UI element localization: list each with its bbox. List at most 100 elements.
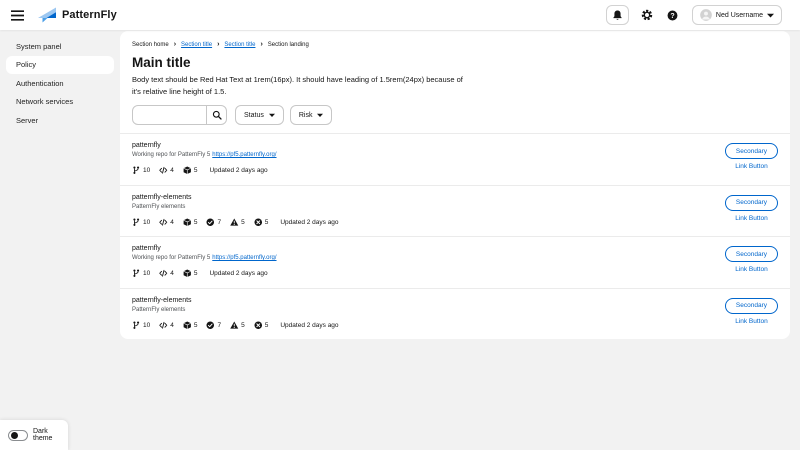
sidebar-item-label: Authentication: [16, 79, 64, 88]
sidebar-item-network-services[interactable]: Network services: [0, 93, 120, 112]
stat-times-circle: 5: [254, 321, 269, 330]
sidebar-item-label: Server: [16, 116, 38, 125]
repo-title: patternfly-elements: [132, 297, 339, 304]
updated-text: Updated 2 days ago: [209, 167, 267, 174]
stat-code-branch: 10: [132, 166, 150, 175]
angle-right-icon: ›: [217, 41, 219, 48]
user-menu-button[interactable]: Ned Username: [692, 5, 782, 25]
sidebar-item-server[interactable]: Server: [0, 111, 120, 130]
list-item: patternfly Working repo for PatternFly 5…: [120, 133, 790, 185]
brand: PatternFly: [37, 7, 117, 23]
repo-link[interactable]: https://pf5.patternfly.org/: [212, 255, 276, 261]
repo-description: Working repo for PatternFly 5https://pf5…: [132, 152, 277, 158]
risk-filter-dropdown[interactable]: Risk: [290, 105, 333, 125]
list-item: patternfly Working repo for PatternFly 5…: [120, 236, 790, 288]
stat-cube: 5: [183, 218, 198, 227]
list-item: patternfly-elements PatternFly elements …: [120, 288, 790, 339]
svg-text:?: ?: [671, 13, 675, 20]
repo-description: PatternFly elements: [132, 307, 339, 313]
exclamation-triangle-icon: [230, 218, 239, 227]
avatar-icon: [700, 9, 712, 21]
notifications-button[interactable]: [606, 5, 629, 25]
search-icon: [212, 110, 222, 120]
breadcrumb-link[interactable]: Section title: [181, 42, 212, 48]
link-button[interactable]: Link Button: [735, 318, 768, 325]
search-group: [132, 105, 227, 125]
stat-code-branch: 10: [132, 269, 150, 278]
patternfly-demo-page: { "colors": { "accent": "#0066cc", "page…: [0, 0, 800, 450]
repo-stats: 1045Updated 2 days ago: [132, 269, 277, 278]
theme-switcher: Dark theme: [0, 420, 68, 450]
stat-code: 4: [159, 321, 174, 330]
repo-title: patternfly-elements: [132, 194, 339, 201]
link-button[interactable]: Link Button: [735, 215, 768, 222]
dark-theme-toggle[interactable]: [8, 430, 28, 441]
secondary-button[interactable]: Secondary: [725, 246, 778, 262]
check-circle-icon: [206, 321, 215, 330]
list-item-content: patternfly-elements PatternFly elements …: [132, 194, 339, 227]
repo-link[interactable]: https://pf5.patternfly.org/: [212, 152, 276, 158]
stat-check-circle: 7: [206, 321, 221, 330]
stat-code: 4: [159, 269, 174, 278]
breadcrumb-item: Section home: [132, 42, 169, 48]
status-filter-label: Status: [244, 112, 264, 119]
chevron-down-icon: [269, 113, 275, 118]
settings-button[interactable]: [637, 5, 657, 25]
times-circle-icon: [254, 218, 263, 227]
stat-check-circle: 7: [206, 218, 221, 227]
page-title: Main title: [132, 55, 778, 70]
repo-title: patternfly: [132, 142, 277, 149]
cube-icon: [183, 166, 192, 175]
stat-cube: 5: [183, 321, 198, 330]
list-item-content: patternfly Working repo for PatternFly 5…: [132, 142, 277, 175]
nav-toggle-button[interactable]: [10, 8, 24, 22]
repo-description: PatternFly elements: [132, 204, 339, 210]
masthead: PatternFly ? Ned Username: [0, 0, 800, 30]
link-button[interactable]: Link Button: [735, 163, 768, 170]
sidebar: System panel Policy Authentication Netwo…: [0, 30, 120, 450]
search-input[interactable]: [132, 105, 207, 125]
breadcrumb-link[interactable]: Section title: [224, 42, 255, 48]
sidebar-item-policy[interactable]: Policy: [6, 56, 114, 75]
list-item-actions: Secondary Link Button: [725, 245, 778, 273]
sidebar-item-system-panel[interactable]: System panel: [0, 37, 120, 56]
brand-title: PatternFly: [62, 9, 117, 21]
repository-list: patternfly Working repo for PatternFly 5…: [120, 133, 790, 339]
link-button[interactable]: Link Button: [735, 266, 768, 273]
toggle-knob: [11, 432, 18, 439]
question-circle-icon: ?: [667, 10, 678, 21]
stat-code-branch: 10: [132, 321, 150, 330]
list-item-actions: Secondary Link Button: [725, 142, 778, 170]
breadcrumb: Section home › Section title › Section t…: [132, 41, 778, 48]
secondary-button[interactable]: Secondary: [725, 195, 778, 211]
stat-code-branch: 10: [132, 218, 150, 227]
angle-right-icon: ›: [260, 41, 262, 48]
secondary-button[interactable]: Secondary: [725, 143, 778, 159]
list-item-content: patternfly Working repo for PatternFly 5…: [132, 245, 277, 278]
stat-times-circle: 5: [254, 218, 269, 227]
risk-filter-label: Risk: [299, 112, 313, 119]
sidebar-item-authentication[interactable]: Authentication: [0, 74, 120, 93]
cube-icon: [183, 321, 192, 330]
updated-text: Updated 2 days ago: [280, 219, 338, 226]
code-icon: [159, 218, 168, 227]
list-item: patternfly-elements PatternFly elements …: [120, 185, 790, 237]
sidebar-item-label: System panel: [16, 42, 61, 51]
stat-code: 4: [159, 218, 174, 227]
secondary-button[interactable]: Secondary: [725, 298, 778, 314]
exclamation-triangle-icon: [230, 321, 239, 330]
repo-stats: 1045755Updated 2 days ago: [132, 321, 339, 330]
status-filter-dropdown[interactable]: Status: [235, 105, 284, 125]
chevron-down-icon: [317, 113, 323, 118]
search-button[interactable]: [206, 105, 227, 125]
chevron-down-icon: [767, 13, 774, 18]
updated-text: Updated 2 days ago: [280, 322, 338, 329]
angle-right-icon: ›: [174, 41, 176, 48]
page-body-text: Body text should be Red Hat Text at 1rem…: [132, 74, 467, 97]
user-name: Ned Username: [716, 12, 763, 19]
bell-icon: [612, 9, 623, 21]
dark-theme-label: Dark theme: [33, 428, 60, 442]
sidebar-item-label: Network services: [16, 97, 73, 106]
code-branch-icon: [132, 269, 141, 278]
help-button[interactable]: ?: [663, 5, 683, 25]
